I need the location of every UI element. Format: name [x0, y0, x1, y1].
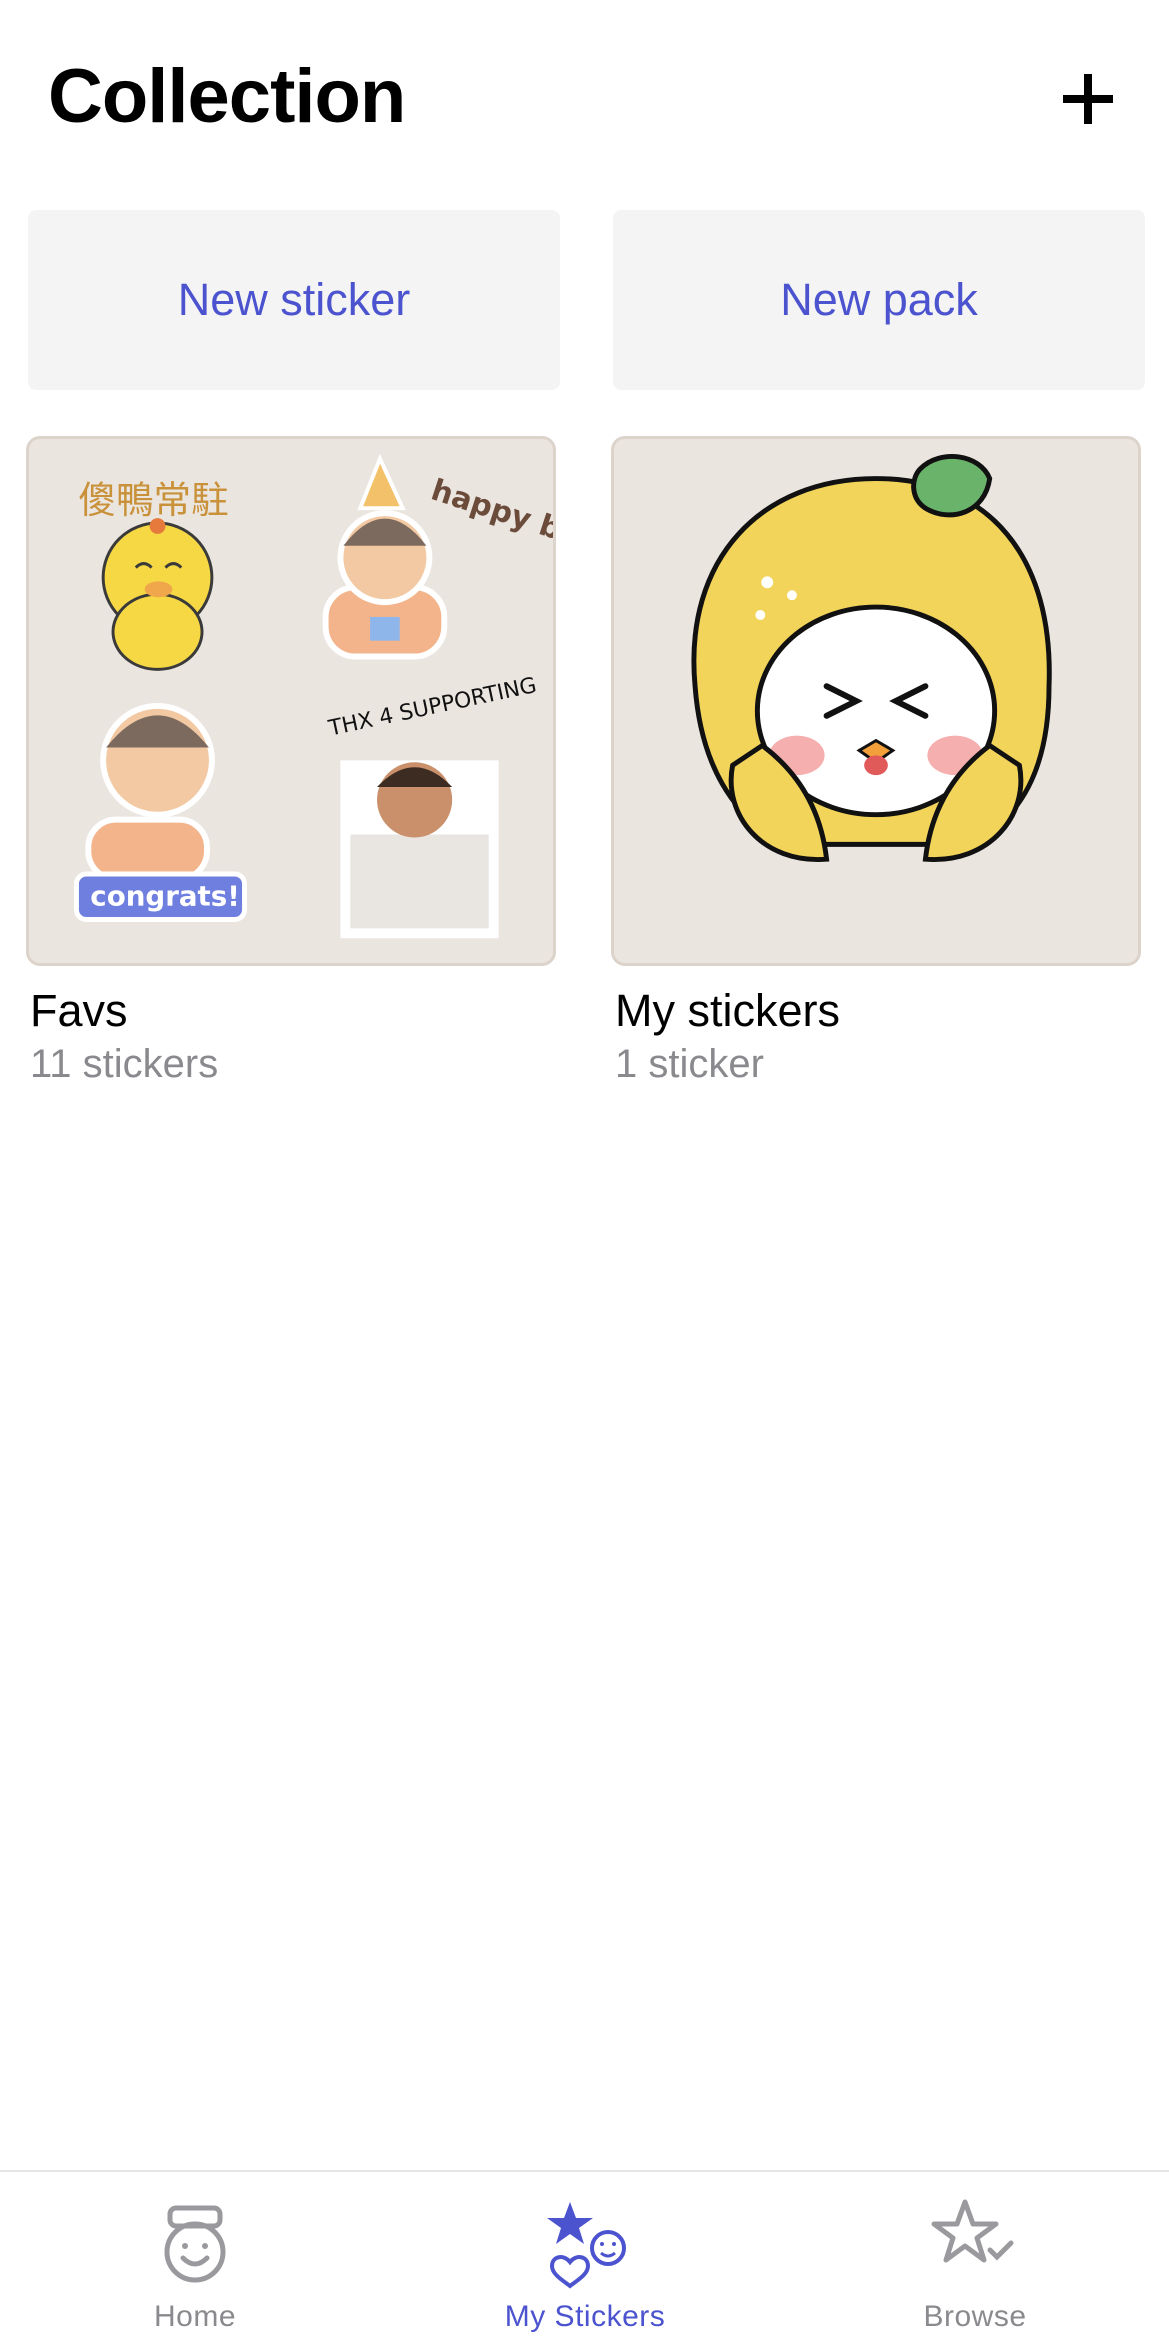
pack-card-my-stickers[interactable]: My stickers 1 sticker	[611, 436, 1141, 1090]
new-pack-button[interactable]: New pack	[613, 210, 1145, 390]
new-sticker-button[interactable]: New sticker	[28, 210, 560, 390]
tab-label: Home	[153, 2300, 237, 2333]
tab-home[interactable]: Home	[0, 2172, 390, 2341]
home-face-icon	[140, 2190, 250, 2300]
tab-my-stickers[interactable]: My Stickers	[390, 2172, 780, 2341]
header: Collection	[0, 0, 1169, 190]
supporting-sticker: THX 4 SUPPORTING	[326, 673, 539, 939]
page-title: Collection	[48, 54, 406, 139]
pack-name: Favs	[30, 985, 128, 1036]
congrats-sticker: congrats!	[73, 702, 248, 922]
tab-bar: Home My Stickers Browse	[0, 2170, 1169, 2341]
duck-sticker: 傻鴨常駐	[78, 478, 229, 671]
pack-count: 11 stickers	[30, 1042, 219, 1086]
plus-icon	[1063, 74, 1113, 124]
favs-sticker-collage: 傻鴨常駐 happy birth- day!	[73, 453, 553, 939]
browse-star-icon	[920, 2190, 1030, 2300]
supporting-sticker-text: THX 4 SUPPORTING	[326, 673, 539, 742]
congrats-sticker-text: congrats!	[90, 880, 240, 913]
pack-count: 1 sticker	[615, 1042, 764, 1086]
add-button[interactable]	[1051, 62, 1125, 136]
duck-sticker-text: 傻鴨常駐	[78, 478, 228, 522]
birthday-sticker: happy birth- day!	[322, 453, 553, 660]
my-stickers-icon	[530, 2190, 640, 2300]
pack-card-favs[interactable]: 傻鴨常駐 happy birth- day!	[26, 436, 556, 1090]
pack-thumbnail[interactable]: 傻鴨常駐 happy birth- day!	[26, 436, 556, 966]
tab-label: Browse	[923, 2300, 1027, 2333]
birthday-sticker-text: happy birth- day!	[427, 472, 553, 595]
tab-browse[interactable]: Browse	[780, 2172, 1169, 2341]
lemon-sticker	[691, 454, 1052, 862]
pack-thumbnail[interactable]	[611, 436, 1141, 966]
pack-name: My stickers	[615, 985, 840, 1036]
tab-label: My Stickers	[504, 2300, 666, 2333]
